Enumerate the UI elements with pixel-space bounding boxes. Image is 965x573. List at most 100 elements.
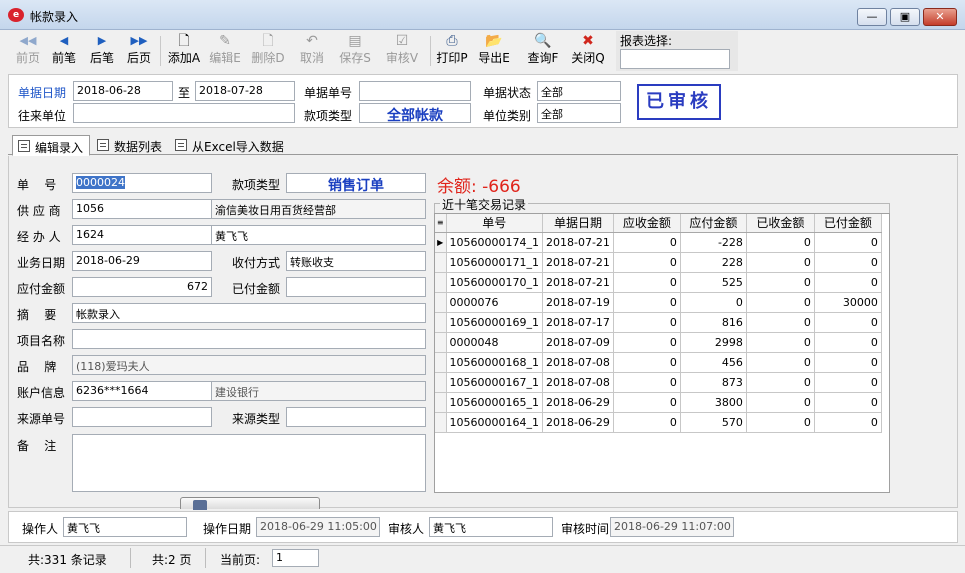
toolbar-button-print[interactable]: ⎙ 打印P <box>434 32 470 70</box>
delete-icon: 🗋 <box>262 33 274 49</box>
query-icon: 🔍 <box>534 33 552 49</box>
table-row[interactable]: ▶ 10560000174_1 2018-07-21 0 -228 0 0 <box>435 232 882 253</box>
table-row[interactable]: 10560000168_1 2018-07-08 0 456 0 0 <box>435 352 882 373</box>
table-cell: 10560000164_1 <box>446 412 543 433</box>
date-to-field[interactable]: 2018-07-28 <box>195 81 295 101</box>
project-field[interactable] <box>72 329 426 349</box>
current-page-input[interactable]: 1 <box>272 549 319 567</box>
payment-type-filter-label: 款项类型 <box>304 109 353 123</box>
payment-type-select[interactable]: 销售订单 <box>286 173 426 193</box>
pay-method-select[interactable]: 转账收支 <box>286 251 426 271</box>
tab-edit-entry[interactable]: 编辑录入 <box>12 135 91 156</box>
account-no-field[interactable]: 6236***1664 <box>72 381 212 401</box>
toolbar-button-prev-record[interactable]: ◀ 前笔 <box>48 32 80 70</box>
doc-no-field[interactable]: 0000024 <box>72 173 212 193</box>
table-cell: 0 <box>814 332 882 353</box>
table-cell: 0 <box>814 252 882 273</box>
column-header[interactable]: 已付金额 <box>814 214 882 233</box>
toolbar-button-label: 打印P <box>436 51 468 65</box>
table-row[interactable]: 0000076 2018-07-19 0 0 0 30000 <box>435 292 882 313</box>
tab-data-list[interactable]: 数据列表 <box>92 135 168 156</box>
account-label: 账户信息 <box>17 386 66 400</box>
table-row[interactable]: 10560000169_1 2018-07-17 0 816 0 0 <box>435 312 882 333</box>
operator-field: 黄飞飞 <box>63 517 187 537</box>
table-cell: 0 <box>613 312 681 333</box>
table-cell: 228 <box>680 252 747 273</box>
toolbar-button-label: 审核V <box>385 51 419 65</box>
calendar-button[interactable] <box>180 497 320 510</box>
toolbar-button-first-page[interactable]: ◀◀ 前页 <box>12 32 44 70</box>
table-cell: 0 <box>746 392 815 413</box>
table-row[interactable]: 0000048 2018-07-09 0 2998 0 0 <box>435 332 882 353</box>
calendar-icon <box>193 500 207 510</box>
toolbar-button-last-page[interactable]: ▶▶ 后页 <box>122 32 156 70</box>
minimize-button[interactable]: — <box>857 8 887 26</box>
status-bar <box>0 545 965 573</box>
tab-excel-import[interactable]: 从Excel导入数据 <box>170 135 290 156</box>
toolbar-button-query[interactable]: 🔍 查询F <box>524 32 562 70</box>
toolbar-button-save[interactable]: ▤ 保存S <box>337 32 373 70</box>
table-cell: 0 <box>613 292 681 313</box>
source-no-field[interactable] <box>72 407 212 427</box>
toolbar-button-label: 关闭Q <box>571 51 605 65</box>
supplier-code-field[interactable]: 1056 <box>72 199 212 219</box>
toolbar-button-label: 后笔 <box>89 51 114 65</box>
biz-date-field[interactable]: 2018-06-29 <box>72 251 212 271</box>
table-cell: 0 <box>814 352 882 373</box>
last-page-icon: ▶▶ <box>130 34 148 47</box>
maximize-button[interactable]: ▣ <box>890 8 920 26</box>
partner-field[interactable] <box>73 103 295 123</box>
status-label: 单据状态 <box>483 86 532 100</box>
row-indicator <box>435 352 447 373</box>
table-cell: 0 <box>746 232 815 253</box>
toolbar-button-undo[interactable]: ↶ 取消 <box>294 32 330 70</box>
table-row[interactable]: 10560000170_1 2018-07-21 0 525 0 0 <box>435 272 882 293</box>
payment-type-filter-select[interactable]: 全部帐款 <box>359 103 471 123</box>
paid-field[interactable] <box>286 277 426 297</box>
payable-label: 应付金额 <box>17 282 66 296</box>
project-label: 项目名称 <box>17 334 66 348</box>
doc-no-filter-field[interactable] <box>359 81 471 101</box>
auditor-label: 审核人 <box>388 522 425 536</box>
row-indicator-header: ≡ <box>435 214 447 233</box>
table-row[interactable]: 10560000171_1 2018-07-21 0 228 0 0 <box>435 252 882 273</box>
app-logo-icon: e <box>8 8 24 22</box>
unit-category-label: 单位类别 <box>483 109 532 123</box>
table-cell: 2018-07-21 <box>542 252 614 273</box>
column-header[interactable]: 已收金额 <box>746 214 815 233</box>
table-row[interactable]: 10560000165_1 2018-06-29 0 3800 0 0 <box>435 392 882 413</box>
prev-record-icon: ◀ <box>59 34 69 47</box>
column-header[interactable]: 应收金额 <box>613 214 681 233</box>
excel-import-icon <box>175 139 187 151</box>
toolbar-button-delete[interactable]: 🗋 删除D <box>250 32 286 70</box>
summary-field[interactable]: 帐款录入 <box>72 303 426 323</box>
toolbar-button-export[interactable]: 📂 导出E <box>476 32 512 70</box>
source-type-field[interactable] <box>286 407 426 427</box>
table-row[interactable]: 10560000164_1 2018-06-29 0 570 0 0 <box>435 412 882 433</box>
table-cell: 0 <box>613 272 681 293</box>
status-select[interactable]: 全部 <box>537 81 621 101</box>
handler-code-field[interactable]: 1624 <box>72 225 212 245</box>
toolbar-button-approve[interactable]: ☑ 审核V <box>384 32 420 70</box>
total-pages: 共:2 页 <box>152 553 192 567</box>
date-from-field[interactable]: 2018-06-28 <box>73 81 173 101</box>
doc-no-label: 单 号 <box>17 178 57 192</box>
toolbar-button-label: 删除D <box>251 51 285 65</box>
table-row[interactable]: 10560000167_1 2018-07-08 0 873 0 0 <box>435 372 882 393</box>
column-header[interactable]: 单号 <box>446 214 543 233</box>
toolbar-button-edit[interactable]: ✎ 编辑E <box>207 32 243 70</box>
biz-date-label: 业务日期 <box>17 256 66 270</box>
payable-field[interactable]: 672 <box>72 277 212 297</box>
toolbar-button-next-record[interactable]: ▶ 后笔 <box>86 32 118 70</box>
recent-transactions-grid[interactable]: ≡ 单号 单据日期 应收金额 应付金额 已收金额 已付金额 ▶ 10560000174_1 20… <box>434 213 890 493</box>
unit-category-select[interactable]: 全部 <box>537 103 621 123</box>
report-select-field[interactable] <box>620 49 730 69</box>
toolbar-button-close-x[interactable]: ✖ 关闭Q <box>570 32 606 70</box>
close-window-button[interactable]: ✕ <box>923 8 957 26</box>
remark-textarea[interactable] <box>72 434 426 492</box>
toolbar-button-add[interactable]: 🗋 添加A <box>166 32 202 70</box>
column-header[interactable]: 单据日期 <box>542 214 614 233</box>
op-date-field: 2018-06-29 11:05:00 <box>256 517 380 537</box>
column-header[interactable]: 应付金额 <box>680 214 747 233</box>
toolbar-button-label: 前页 <box>15 51 40 65</box>
